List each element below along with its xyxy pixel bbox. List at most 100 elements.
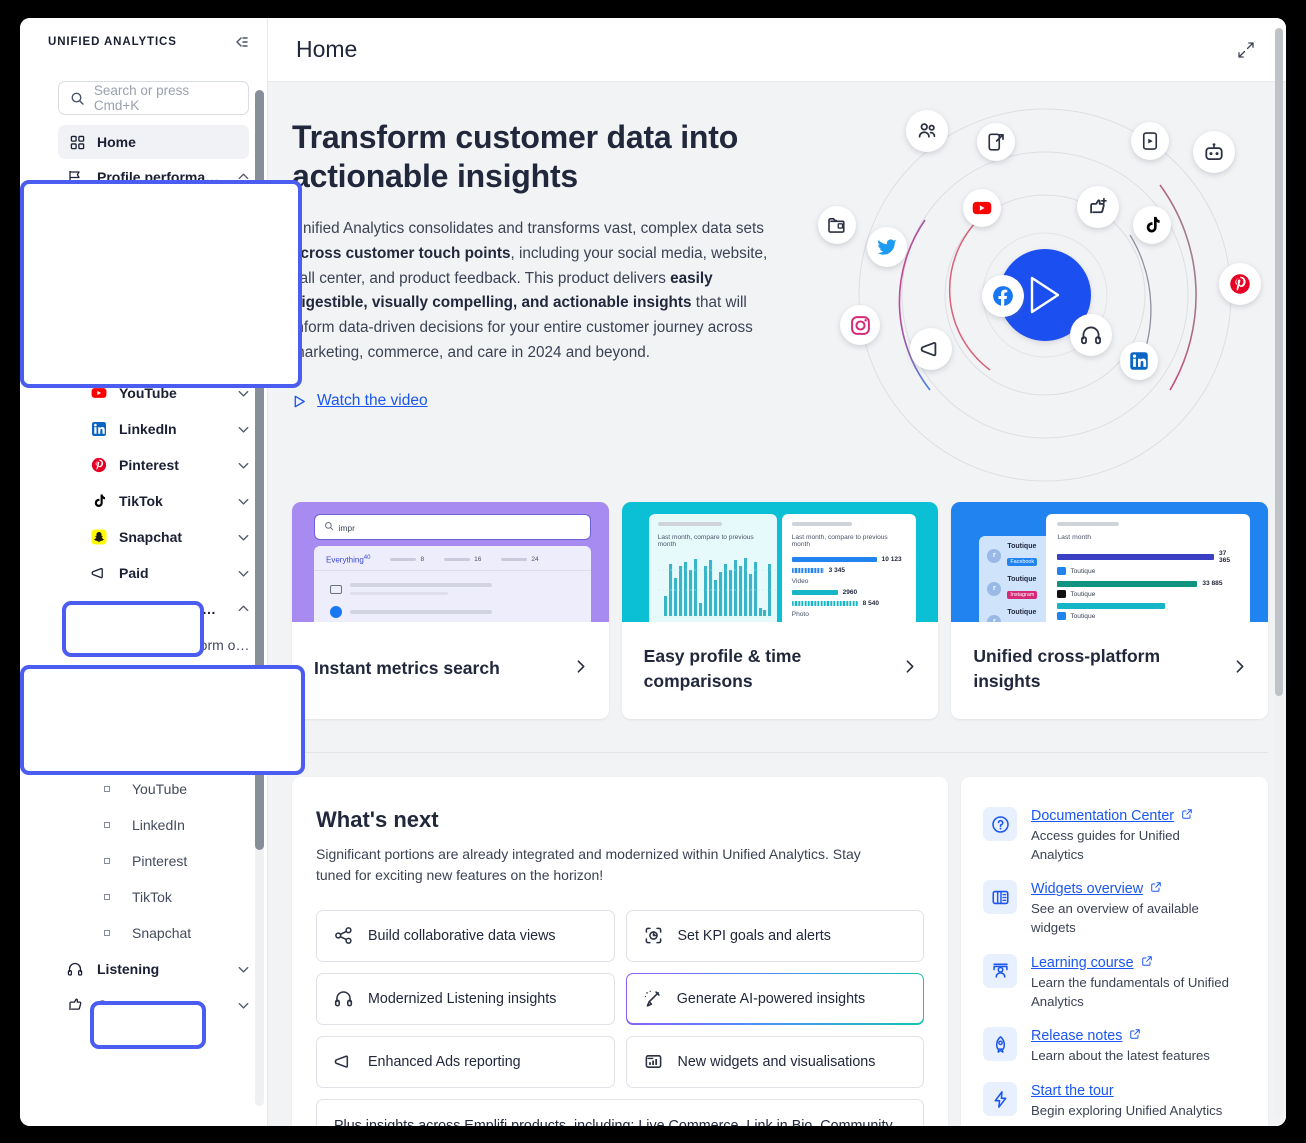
audience-icon bbox=[916, 120, 938, 142]
megaphone-icon bbox=[90, 564, 108, 582]
collapse-panel-icon[interactable] bbox=[229, 32, 249, 52]
whats-next-tile[interactable]: New widgets and visualisations bbox=[626, 1036, 925, 1088]
chevron-toggle[interactable] bbox=[236, 422, 251, 437]
external-link-icon bbox=[1181, 808, 1193, 820]
sidebar-item-twitter[interactable]: Twitter bbox=[20, 735, 267, 771]
chevron-toggle[interactable] bbox=[236, 602, 251, 617]
sidebar-item-profile-performance[interactable]: Profile performance bbox=[20, 159, 267, 195]
twitter-x-icon bbox=[90, 348, 108, 366]
resource-link[interactable]: Release notes bbox=[1031, 1028, 1141, 1044]
chevron-toggle[interactable] bbox=[236, 170, 251, 185]
chevron-toggle[interactable] bbox=[236, 530, 251, 545]
sidebar-item-tiktok[interactable]: TikTok bbox=[20, 483, 267, 519]
sidebar-scrollbar-thumb[interactable] bbox=[255, 90, 264, 850]
instagram-icon bbox=[90, 312, 108, 330]
search-icon bbox=[70, 91, 85, 106]
feature-card[interactable]: Last month, compare to previous month La… bbox=[622, 502, 939, 719]
sidebar-item-listening[interactable]: Listening bbox=[20, 951, 267, 987]
whats-next-tile[interactable]: Enhanced Ads reporting bbox=[316, 1036, 615, 1088]
chevron-toggle[interactable] bbox=[236, 458, 251, 473]
snapchat-icon bbox=[90, 528, 108, 546]
feature-card[interactable]: impr Everything40 81624 Ins bbox=[292, 502, 609, 719]
linkedin-icon bbox=[1129, 351, 1149, 371]
resource-link-row[interactable]: Documentation Center Access guides for U… bbox=[983, 799, 1248, 872]
chevron-right-icon[interactable] bbox=[572, 658, 589, 680]
chevron-toggle[interactable] bbox=[236, 386, 251, 401]
chevron-toggle[interactable] bbox=[236, 350, 251, 365]
bullet-icon bbox=[104, 858, 110, 864]
sidebar-item-youtube[interactable]: YouTube bbox=[20, 375, 267, 411]
sidebar-item-care[interactable]: Care bbox=[20, 987, 267, 1023]
sidebar-item-label: YouTube bbox=[132, 781, 251, 797]
chevron-toggle[interactable] bbox=[236, 998, 251, 1013]
chevron-down-icon bbox=[236, 998, 251, 1013]
mock-panel-right: Last month, compare to previous month 10… bbox=[782, 514, 917, 622]
mock-bar-label: Toutique bbox=[1070, 613, 1095, 620]
sidebar-item-label: Twitter bbox=[119, 349, 225, 365]
chevron-right-icon[interactable] bbox=[901, 658, 918, 680]
sidebar-item-instagram[interactable]: Instagram bbox=[20, 699, 267, 735]
whats-next-tile[interactable]: Modernized Listening insights bbox=[316, 973, 615, 1025]
orbit-bubble-tiktok bbox=[1133, 206, 1171, 244]
chevron-toggle[interactable] bbox=[236, 962, 251, 977]
sidebar-item-tiktok[interactable]: TikTok bbox=[20, 879, 267, 915]
bullet-icon bbox=[104, 642, 110, 648]
mock-caption: Last month, compare to previous month bbox=[658, 534, 768, 548]
question-circle-icon bbox=[983, 807, 1017, 841]
sidebar-item-pinterest[interactable]: Pinterest bbox=[20, 843, 267, 879]
sidebar-item-content-performance[interactable]: Content performance bbox=[20, 267, 267, 303]
chevron-toggle[interactable] bbox=[236, 566, 251, 581]
feature-card[interactable]: r Toutique Facebook r Toutique Instagram… bbox=[951, 502, 1268, 719]
resource-link[interactable]: Widgets overview bbox=[1031, 881, 1162, 897]
search-input[interactable]: Search or press Cmd+K bbox=[58, 81, 249, 115]
chevron-right-icon[interactable] bbox=[1231, 658, 1248, 680]
pinterest-icon bbox=[91, 457, 107, 473]
sidebar-item-snapchat[interactable]: Snapchat bbox=[20, 519, 267, 555]
sidebar-item-cross-platform[interactable]: Cross-platform bbox=[20, 195, 267, 231]
megaphone-icon bbox=[920, 338, 942, 360]
chevron-toggle[interactable] bbox=[236, 206, 251, 221]
orbit-bubble-facebook bbox=[982, 275, 1024, 317]
resource-link[interactable]: Start the tour bbox=[1031, 1083, 1114, 1099]
mock-count: 16 bbox=[474, 556, 481, 563]
flag-icon bbox=[67, 169, 83, 185]
headphones-icon bbox=[334, 989, 353, 1008]
watch-video-link[interactable]: Watch the video bbox=[292, 392, 428, 410]
sidebar-item-paid[interactable]: Paid bbox=[20, 555, 267, 591]
chevron-toggle[interactable] bbox=[236, 314, 251, 329]
resource-link[interactable]: Learning course bbox=[1031, 955, 1153, 971]
sidebar-item-snapchat[interactable]: Snapchat bbox=[20, 915, 267, 951]
feature-card-thumbnail: Last month, compare to previous month La… bbox=[622, 502, 939, 622]
sidebar-item-facebook[interactable]: Facebook bbox=[20, 663, 267, 699]
linkedin-icon bbox=[90, 420, 108, 438]
sidebar-item-overview[interactable]: Overview bbox=[20, 231, 267, 267]
resource-link-row[interactable]: Release notes Learn about the latest fea… bbox=[983, 1019, 1248, 1074]
resource-link[interactable]: Documentation Center bbox=[1031, 808, 1193, 824]
resource-link-row[interactable]: Learning course Learn the fundamentals o… bbox=[983, 946, 1248, 1019]
sidebar-item-cross-platform-over[interactable]: Cross-platform over... bbox=[20, 627, 267, 663]
whats-next-tile[interactable]: Set KPI goals and alerts bbox=[626, 910, 925, 962]
sidebar-item-linkedin[interactable]: LinkedIn bbox=[20, 411, 267, 447]
expand-icon[interactable] bbox=[1236, 40, 1256, 60]
sidebar-item-instagram[interactable]: Instagram bbox=[20, 303, 267, 339]
whats-next-tile[interactable]: Generate AI-powered insights bbox=[626, 973, 925, 1025]
whats-next-tile-label: Set KPI goals and alerts bbox=[678, 928, 831, 944]
sidebar-item-linkedin[interactable]: LinkedIn bbox=[20, 807, 267, 843]
chevron-toggle[interactable] bbox=[236, 494, 251, 509]
sidebar-item-pinterest[interactable]: Pinterest bbox=[20, 447, 267, 483]
mock-count: 24 bbox=[531, 556, 538, 563]
sidebar-item-campaigns-labels[interactable]: Campaigns & labels bbox=[20, 591, 267, 627]
sidebar-item-label: Snapchat bbox=[132, 925, 251, 941]
sidebar-item-youtube[interactable]: YouTube bbox=[20, 771, 267, 807]
whats-next-tile-grid: Build collaborative data views Set KPI go… bbox=[316, 910, 924, 1088]
whats-next-tile-label: Generate AI-powered insights bbox=[677, 991, 865, 1007]
sidebar-item-twitter[interactable]: Twitter bbox=[20, 339, 267, 375]
sidebar-item-home[interactable]: Home bbox=[58, 125, 249, 159]
app-logo: UNIFIED ANALYTICS bbox=[48, 36, 177, 48]
whats-next-tile[interactable]: Build collaborative data views bbox=[316, 910, 615, 962]
resource-link-row[interactable]: Start the tour Begin exploring Unified A… bbox=[983, 1074, 1248, 1126]
bullet-icon bbox=[104, 246, 110, 252]
mock-bar-label: Toutique bbox=[1070, 591, 1095, 598]
main-scrollbar-thumb[interactable] bbox=[1275, 28, 1283, 696]
resource-link-row[interactable]: Widgets overview See an overview of avai… bbox=[983, 872, 1248, 945]
